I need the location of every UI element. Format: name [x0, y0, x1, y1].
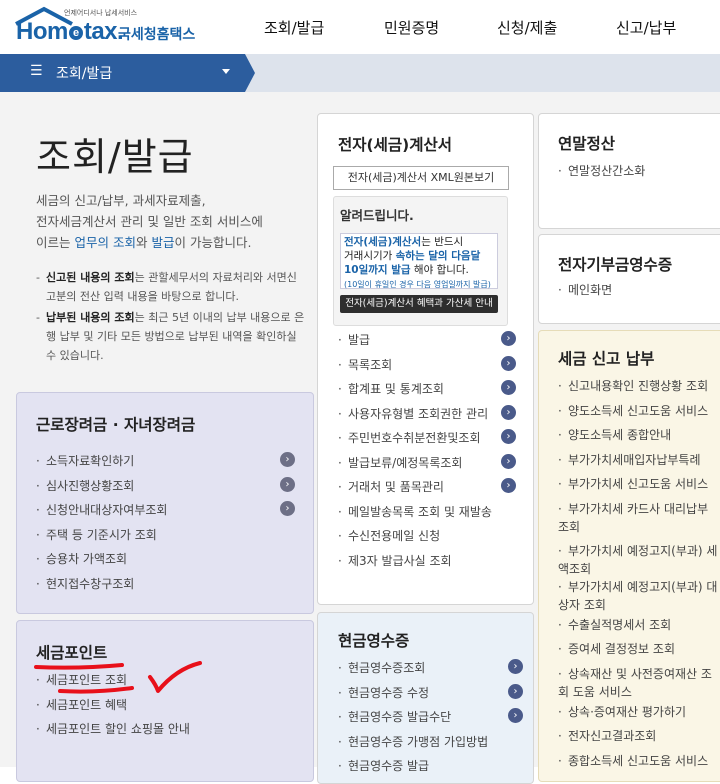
- benefit-penalty-button[interactable]: 전자(세금)계산서 혜택과 가산세 안내: [340, 295, 498, 313]
- hometax-logo[interactable]: 언제어디서나 납세서비스 Hom e tax. 국세청홈택스: [14, 6, 204, 46]
- list-item[interactable]: · 거래처 및 품목관리 ›: [338, 478, 518, 503]
- cash-receipt-title: 현금영수증: [338, 632, 410, 650]
- einvoice-title: 전자(세금)계산서: [338, 136, 452, 154]
- list-item[interactable]: · 전자신고결과조회: [558, 727, 718, 752]
- arrow-right-icon[interactable]: ›: [501, 355, 516, 371]
- xml-view-button[interactable]: 전자(세금)계산서 XML원본보기: [333, 166, 509, 190]
- tax-report-title: 세금 신고 납부: [558, 350, 655, 368]
- page-notes: 신고된 내용의 조회는 관할세무서의 자료처리와 서면신고분의 전산 입력 내용…: [36, 268, 306, 367]
- list-item[interactable]: · 주민번호수취분전환및조회 ›: [338, 429, 518, 454]
- top-header: 언제어디서나 납세서비스 Hom e tax. 국세청홈택스 조회/발급 민원증명 …: [0, 0, 720, 54]
- breadcrumb-title[interactable]: 조회/발급: [56, 63, 112, 83]
- arrow-right-icon[interactable]: ›: [280, 476, 295, 492]
- donation-receipt-card: [538, 234, 720, 324]
- list-item[interactable]: · 목록조회 ›: [338, 355, 518, 381]
- list-item[interactable]: · 발급 ›: [338, 331, 518, 356]
- arrow-right-icon[interactable]: ›: [508, 659, 523, 674]
- list-item[interactable]: · 현금영수증 발급: [338, 757, 518, 782]
- list-item[interactable]: · 양도소득세 종합안내: [558, 426, 718, 451]
- list-item[interactable]: · 신고내용확인 진행상황 조회: [558, 377, 718, 402]
- cash-receipt-list: · 현금영수증조회 › · 현금영수증 수정 › · 현금영수증 발급수단 › · 현금영수증…: [338, 659, 523, 782]
- list-item[interactable]: · 현지접수창구조회: [36, 575, 296, 600]
- list-item[interactable]: · 발급보류/예정목록조회 ›: [338, 453, 518, 479]
- list-item[interactable]: · 연말정산간소화: [558, 162, 645, 187]
- list-item[interactable]: · 사용자유형별 조회권한 관리 ›: [338, 404, 518, 430]
- list-item[interactable]: · 부가가치세매입자납부특례: [558, 451, 718, 476]
- arrow-right-icon[interactable]: ›: [280, 452, 295, 467]
- list-item[interactable]: · 소득자료확인하기 ›: [36, 452, 296, 477]
- list-item[interactable]: · 종합소득세 신고도움 서비스: [558, 752, 718, 777]
- list-item[interactable]: · 메일발송목록 조회 및 재발송: [338, 503, 518, 528]
- list-item[interactable]: · 수출실적명세서 조회: [558, 616, 718, 641]
- list-item[interactable]: · 양도소득세 신고도움 서비스: [558, 402, 718, 427]
- note-item: 신고된 내용의 조회는 관할세무서의 자료처리와 서면신고분의 전산 입력 내용…: [36, 268, 306, 306]
- donation-receipt-list: · 메인화면: [558, 281, 612, 306]
- notice-box: 알려드립니다. 전자(세금)계산서는 반드시 거래시기가 속하는 달의 다음달 …: [333, 196, 508, 326]
- earned-income-title: 근로장려금 · 자녀장려금: [36, 416, 196, 434]
- notice-text: 전자(세금)계산서는 반드시 거래시기가 속하는 달의 다음달 10일까지 발급…: [340, 233, 498, 289]
- list-item[interactable]: · 현금영수증 수정 ›: [338, 683, 523, 709]
- page-description: 세금의 신고/납부, 과세자료제출, 전자세금계산서 관리 및 일반 조회 서비…: [36, 193, 263, 250]
- menu-icon[interactable]: ☰: [30, 63, 43, 79]
- arrow-right-icon[interactable]: ›: [501, 380, 516, 395]
- list-item[interactable]: · 승용차 가액조회: [36, 550, 296, 575]
- year-end-title: 연말정산: [558, 135, 616, 153]
- list-item[interactable]: · 부가가치세 카드사 대리납부 조회: [558, 500, 718, 542]
- list-item[interactable]: · 수신전용메일 신청: [338, 527, 518, 552]
- list-item[interactable]: · 합계표 및 통계조회 ›: [338, 380, 518, 405]
- list-item[interactable]: · 상속·증여재산 평가하기: [558, 703, 718, 728]
- arrow-right-icon[interactable]: ›: [280, 501, 295, 516]
- logo-tagline: 언제어디서나 납세서비스: [64, 9, 138, 17]
- arrow-right-icon[interactable]: ›: [508, 683, 523, 699]
- earned-income-list: · 소득자료확인하기 › · 심사진행상황조회 › · 신청안내대상자여부조회 › · 주택 …: [36, 452, 296, 599]
- nav-apply[interactable]: 신청/제출: [497, 17, 557, 38]
- nav-inquiry[interactable]: 조회/발급: [264, 17, 324, 38]
- arrow-right-icon[interactable]: ›: [501, 478, 516, 493]
- list-item[interactable]: · 부가가치세 신고도움 서비스: [558, 475, 718, 500]
- breadcrumb-bar: ☰ 조회/발급: [0, 54, 720, 92]
- list-item[interactable]: · 현금영수증 발급수단 ›: [338, 708, 523, 733]
- breadcrumb-arrow: [245, 54, 255, 92]
- list-item[interactable]: · 부가가치세 예정고지(부과) 대상자 조회: [558, 578, 718, 616]
- list-item[interactable]: · 심사진행상황조회 ›: [36, 476, 296, 502]
- arrow-right-icon[interactable]: ›: [501, 453, 516, 469]
- logo-korean: 국세청홈택스: [118, 27, 196, 43]
- list-item[interactable]: · 부가가치세 예정고지(부과) 세액조회: [558, 542, 718, 578]
- note-item: 납부된 내용의 조회는 최근 5년 이내의 납부 내용으로 은행 납부 및 기타…: [36, 308, 306, 365]
- arrow-right-icon[interactable]: ›: [501, 429, 516, 444]
- list-item[interactable]: · 제3자 발급사실 조회: [338, 552, 518, 577]
- tax-report-list: · 신고내용확인 진행상황 조회 · 양도소득세 신고도움 서비스 · 양도소득세 종…: [558, 377, 718, 776]
- arrow-right-icon[interactable]: ›: [501, 331, 516, 346]
- list-item[interactable]: · 신청안내대상자여부조회 ›: [36, 501, 296, 526]
- page-title: 조회/발급: [36, 135, 194, 179]
- logo-brand: Hom e tax.: [16, 18, 124, 45]
- year-end-list: · 연말정산간소화: [558, 162, 645, 187]
- red-annotation: [34, 661, 202, 694]
- arrow-right-icon[interactable]: ›: [508, 708, 523, 723]
- list-item[interactable]: · 현금영수증조회 ›: [338, 659, 523, 684]
- donation-receipt-title: 전자기부금영수증: [558, 256, 673, 274]
- arrow-right-icon[interactable]: ›: [501, 404, 516, 420]
- nav-certificate[interactable]: 민원증명: [384, 17, 439, 38]
- list-item[interactable]: · 메인화면: [558, 281, 612, 306]
- list-item[interactable]: · 주택 등 기준시가 조회: [36, 526, 296, 551]
- list-item[interactable]: · 증여세 결정정보 조회: [558, 640, 718, 665]
- chevron-down-icon[interactable]: [222, 69, 230, 74]
- nav-report-pay[interactable]: 신고/납부: [616, 17, 676, 38]
- notice-title: 알려드립니다.: [340, 208, 414, 223]
- einvoice-list: · 발급 › · 목록조회 › · 합계표 및 통계조회 › · 사용자유형별 조회권한 관리…: [338, 331, 518, 576]
- list-item[interactable]: · 상속재산 및 사전증여재산 조회 도움 서비스: [558, 665, 718, 703]
- list-item[interactable]: · 현금영수증 가맹점 가입방법: [338, 733, 518, 758]
- breadcrumb[interactable]: ☰ 조회/발급: [0, 54, 245, 92]
- list-item[interactable]: · 세금포인트 할인 쇼핑몰 안내: [36, 720, 296, 745]
